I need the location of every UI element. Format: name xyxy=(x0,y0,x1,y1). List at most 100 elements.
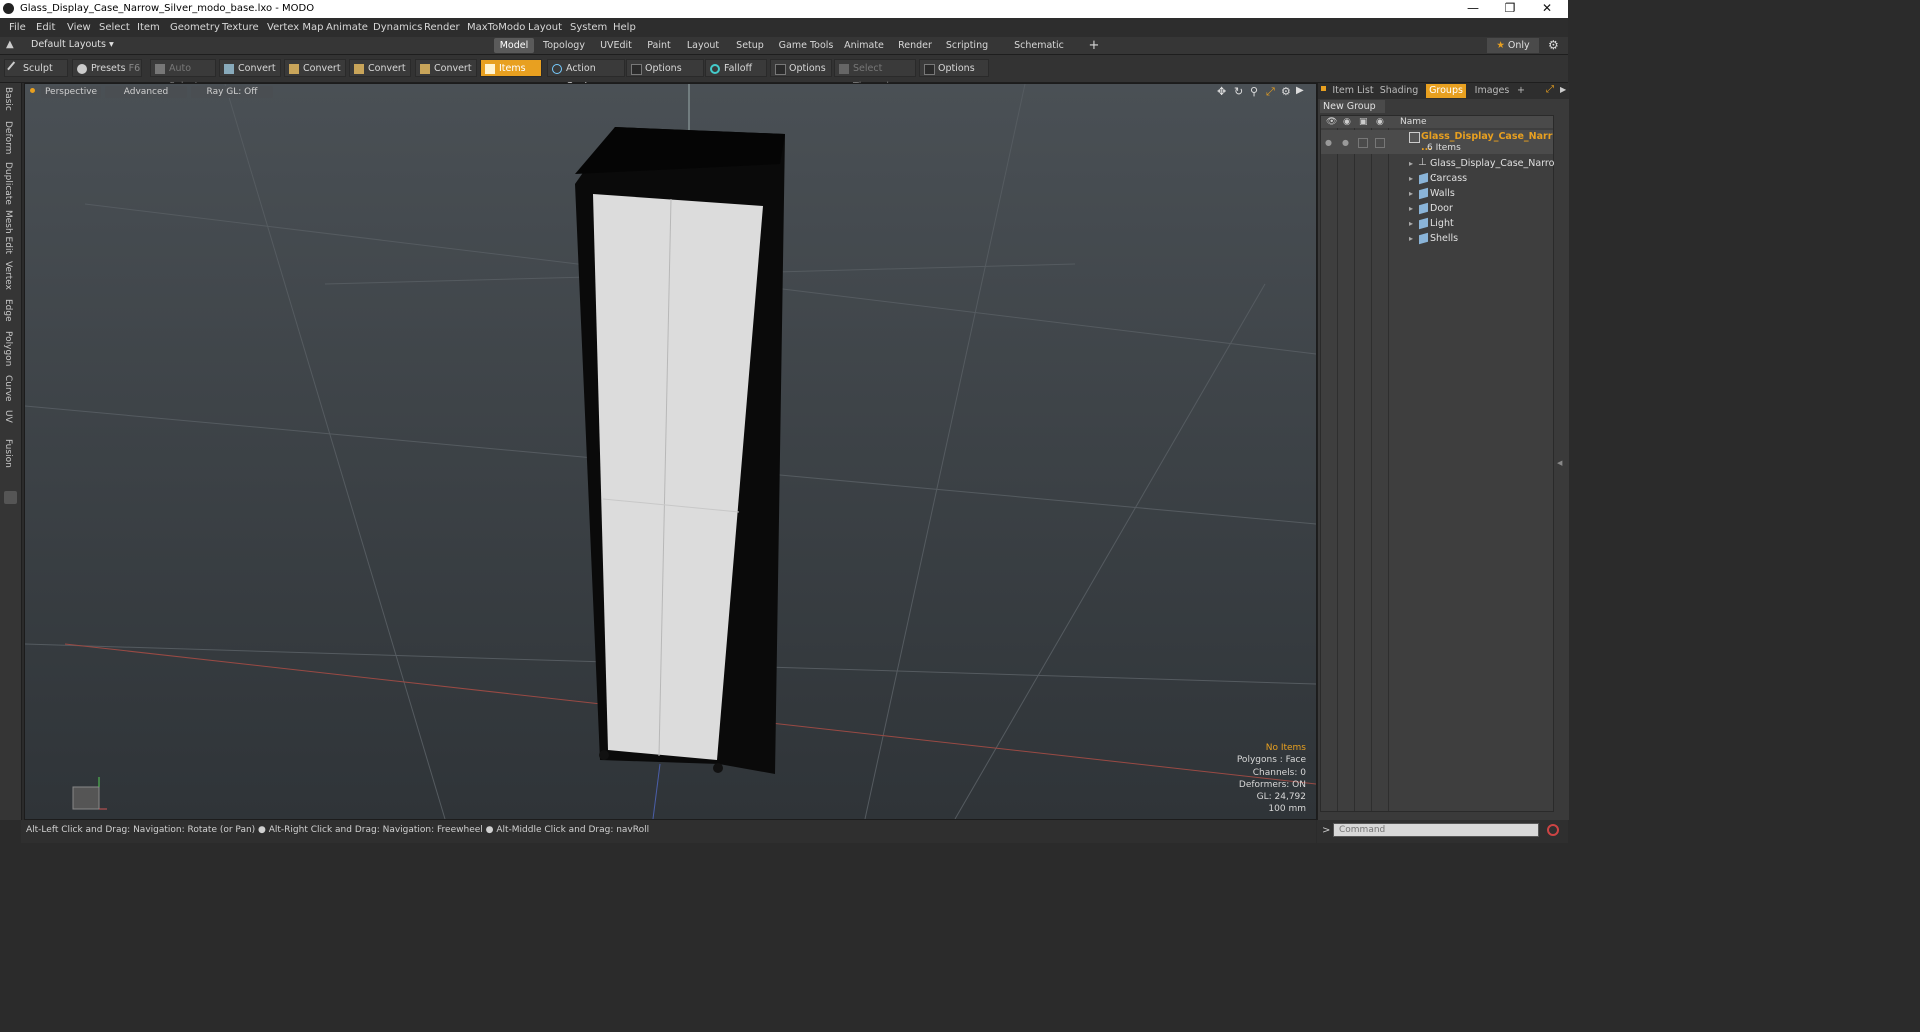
tab-scripting[interactable]: Scripting xyxy=(945,38,989,53)
falloff-button[interactable]: Falloff xyxy=(705,59,767,77)
tab-images[interactable]: Images xyxy=(1472,84,1512,98)
strip-toggle-button[interactable] xyxy=(4,491,17,504)
convert-button-4[interactable]: Convert xyxy=(415,59,477,77)
vtab-deform[interactable]: Deform xyxy=(3,121,13,154)
menu-view[interactable]: View xyxy=(67,22,91,33)
lock-toggle-icon[interactable] xyxy=(1358,138,1368,148)
visibility-eye-icon[interactable]: ● xyxy=(1325,138,1332,147)
panel-more-icon[interactable]: ▶ xyxy=(1560,85,1566,94)
vtab-curve[interactable]: Curve xyxy=(3,375,13,402)
move-view-icon[interactable]: ✥ xyxy=(1217,85,1226,98)
tab-schematic-fusion[interactable]: Schematic Fusion xyxy=(1000,38,1078,66)
tab-uvedit[interactable]: UVEdit xyxy=(596,38,636,53)
maximize-button[interactable]: ❐ xyxy=(1491,0,1529,18)
layout-toggle-icon[interactable]: ▲ xyxy=(6,39,14,50)
viewport-settings-icon[interactable]: ⚙ xyxy=(1281,85,1291,98)
menu-edit[interactable]: Edit xyxy=(36,22,55,33)
list-item[interactable]: ▸ Door xyxy=(1321,201,1553,216)
vtab-edge[interactable]: Edge xyxy=(3,299,13,322)
sculpt-button[interactable]: Sculpt xyxy=(4,59,68,77)
vtab-mesh-edit[interactable]: Mesh Edit xyxy=(3,210,13,254)
expand-arrow-icon[interactable]: ▸ xyxy=(1409,159,1413,168)
menu-dynamics[interactable]: Dynamics xyxy=(373,22,422,33)
select-through-button[interactable]: Select Through xyxy=(834,59,916,92)
rotate-view-icon[interactable]: ↻ xyxy=(1234,85,1243,98)
expand-arrow-icon[interactable]: ▸ xyxy=(1409,219,1413,228)
render-toggle-icon[interactable]: ● xyxy=(1342,138,1349,147)
presets-button[interactable]: Presets F6 xyxy=(72,59,142,77)
add-tab-button[interactable]: + xyxy=(1087,38,1101,53)
menu-system[interactable]: System xyxy=(570,22,607,33)
tab-model[interactable]: Model xyxy=(494,38,534,53)
list-item[interactable]: ▸ Light xyxy=(1321,216,1553,231)
new-group-button[interactable]: New Group xyxy=(1320,100,1385,113)
name-column-header[interactable]: Name xyxy=(1400,117,1427,127)
gear-icon[interactable]: ⚙ xyxy=(1548,38,1559,52)
minimize-button[interactable]: — xyxy=(1454,0,1492,18)
record-icon[interactable] xyxy=(1547,824,1559,836)
menu-texture[interactable]: Texture xyxy=(222,22,259,33)
menu-geometry[interactable]: Geometry xyxy=(170,22,220,33)
vtab-basic[interactable]: Basic xyxy=(3,87,13,111)
menu-file[interactable]: File xyxy=(9,22,26,33)
tab-paint[interactable]: Paint xyxy=(644,38,674,53)
panel-menu-icon[interactable] xyxy=(1321,86,1326,91)
menu-item[interactable]: Item xyxy=(137,22,160,33)
items-mode-button[interactable]: Items xyxy=(480,59,542,77)
tab-animate[interactable]: Animate xyxy=(843,38,885,53)
menu-help[interactable]: Help xyxy=(613,22,636,33)
view-mode-button[interactable]: Perspective xyxy=(41,86,101,98)
vtab-fusion[interactable]: Fusion xyxy=(3,439,13,468)
maximize-view-icon[interactable]: ⤢ xyxy=(1266,85,1275,99)
menu-maxtomodo[interactable]: MaxToModo xyxy=(467,22,525,33)
tab-item-list[interactable]: Item List xyxy=(1332,84,1374,98)
auto-select-button[interactable]: Auto Select xyxy=(150,59,216,92)
vtab-uv[interactable]: UV xyxy=(3,410,13,423)
convert-button-2[interactable]: Convert xyxy=(284,59,346,77)
convert-button-3[interactable]: Convert xyxy=(349,59,411,77)
menu-render[interactable]: Render xyxy=(424,22,460,33)
tab-setup[interactable]: Setup xyxy=(734,38,766,53)
close-button[interactable]: ✕ xyxy=(1528,0,1566,18)
tab-render[interactable]: Render xyxy=(896,38,934,53)
vtab-duplicate[interactable]: Duplicate xyxy=(3,162,13,205)
expand-arrow-icon[interactable]: ▸ xyxy=(1409,189,1413,198)
group-row[interactable]: ● ● Glass_Display_Case_Narr ... 6 Items xyxy=(1321,130,1553,154)
panel-expand-icon[interactable]: ⤢ xyxy=(1546,84,1554,95)
viewport-menu-icon[interactable] xyxy=(30,88,35,93)
vtab-polygon[interactable]: Polygon xyxy=(3,331,13,366)
expand-arrow-icon[interactable]: ▸ xyxy=(1409,174,1413,183)
list-item[interactable]: ▸ ⊥ Glass_Display_Case_Narro ... xyxy=(1321,156,1554,180)
add-panel-tab-button[interactable]: + xyxy=(1515,84,1527,98)
menu-vertex-map[interactable]: Vertex Map xyxy=(267,22,323,33)
command-input[interactable] xyxy=(1333,823,1539,837)
only-toggle[interactable]: ★ Only xyxy=(1487,38,1539,53)
tab-layout[interactable]: Layout xyxy=(684,38,722,53)
action-center-button[interactable]: Action Center xyxy=(547,59,625,92)
vtab-vertex[interactable]: Vertex xyxy=(3,261,13,290)
list-item[interactable]: ▸ Shells xyxy=(1321,231,1553,246)
3d-viewport[interactable]: Perspective Advanced Ray GL: Off ✥ ↻ ⚲ ⤢… xyxy=(24,83,1317,820)
convert-button-1[interactable]: Convert xyxy=(219,59,281,77)
options-button-2[interactable]: Options xyxy=(770,59,832,77)
zoom-icon[interactable]: ⚲ xyxy=(1250,85,1258,98)
select-toggle-icon[interactable] xyxy=(1375,138,1385,148)
menu-select[interactable]: Select xyxy=(99,22,130,33)
tab-shading[interactable]: Shading xyxy=(1378,84,1420,98)
viewport-more-icon[interactable]: ▶ xyxy=(1296,85,1304,96)
options-button-3[interactable]: Options xyxy=(919,59,989,77)
list-item[interactable]: ▸ Walls xyxy=(1321,186,1553,201)
panel-resize-handle[interactable]: ◀ xyxy=(1557,459,1562,467)
options-button-1[interactable]: Options xyxy=(626,59,704,77)
expand-arrow-icon[interactable]: ▸ xyxy=(1409,234,1413,243)
expand-arrow-icon[interactable]: ▸ xyxy=(1409,204,1413,213)
tab-topology[interactable]: Topology xyxy=(541,38,587,53)
menu-layout[interactable]: Layout xyxy=(528,22,562,33)
tab-game-tools[interactable]: Game Tools xyxy=(778,38,834,53)
layout-select[interactable]: Default Layouts ▾ xyxy=(31,39,114,50)
advanced-button[interactable]: Advanced xyxy=(105,86,187,98)
menu-animate[interactable]: Animate xyxy=(326,22,368,33)
raygl-button[interactable]: Ray GL: Off xyxy=(191,86,273,98)
list-item[interactable]: ▸ Carcass xyxy=(1321,171,1553,186)
tab-groups[interactable]: Groups xyxy=(1426,84,1466,98)
